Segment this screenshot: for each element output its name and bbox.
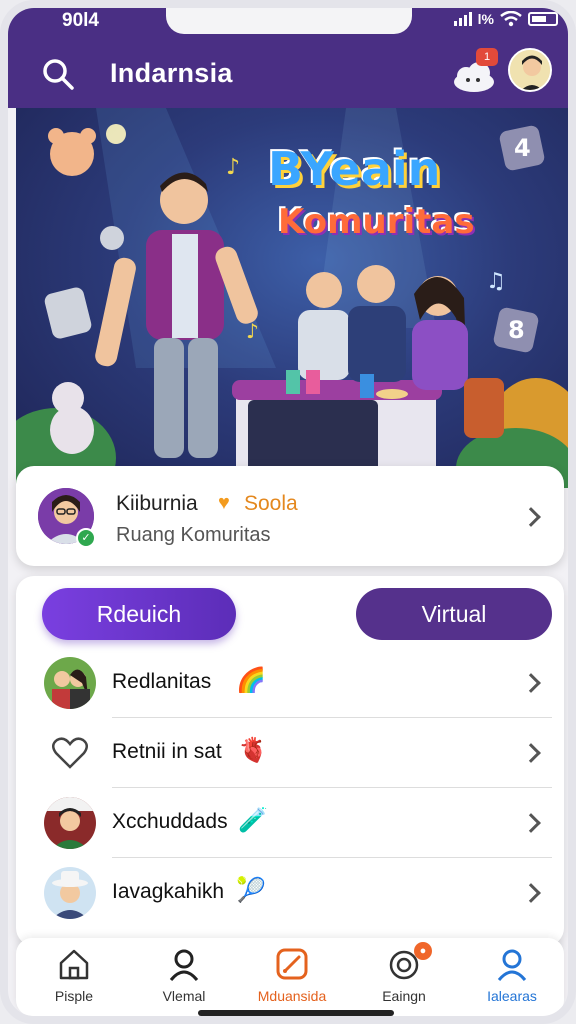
list-item[interactable]: Xcchuddads 🧪 <box>16 788 564 858</box>
dice-tile-top: 4 <box>514 134 531 162</box>
nav-item-mduansida[interactable]: Mduansida <box>242 946 342 1012</box>
user-avatar[interactable] <box>508 48 552 92</box>
status-time: 90l4 <box>62 10 99 31</box>
edit-square-icon <box>276 948 308 980</box>
avatar-couple-illustration <box>44 657 96 709</box>
avatar-man-illustration <box>44 797 96 849</box>
tab-rdeuich[interactable]: Rdeuich <box>42 588 236 640</box>
person-blue-icon <box>497 949 527 981</box>
phone-screen: 90l4 l% Indarnsia 1 ♪ ♫ ♪ BYeain Komurit… <box>0 0 576 1024</box>
rainbow-icon: 🌈 <box>236 667 266 694</box>
nav-item-vlemal[interactable]: Vlemal <box>134 946 234 1012</box>
profile-role: Soola <box>244 492 298 515</box>
chevron-right-icon <box>521 673 541 693</box>
svg-text:♪: ♪ <box>226 155 240 180</box>
profile-card[interactable]: Kiiburnia ♥ Soola Ruang Komuritas <box>16 466 564 566</box>
chevron-right-icon <box>521 507 541 527</box>
bottom-nav: Pisple Vlemal Mduansida ● Eaingn Ialeara… <box>16 938 564 1016</box>
hero-title-line2: Komuritas <box>278 202 475 242</box>
nav-label: Mduansida <box>257 988 327 1004</box>
notification-badge: 1 <box>476 48 498 66</box>
search-icon[interactable] <box>40 56 76 92</box>
chevron-right-icon <box>521 883 541 903</box>
svg-text:♪: ♪ <box>246 319 259 343</box>
nav-label: Pisple <box>54 988 94 1004</box>
battery-percent: l% <box>477 11 494 27</box>
heart-organ-icon: 🫀 <box>238 737 268 764</box>
nav-badge: ● <box>414 942 432 960</box>
list-item-label: Iavagkahikh <box>112 880 225 903</box>
ball-icon: 🎾 <box>236 877 266 904</box>
avatar-hat-illustration <box>44 867 96 919</box>
profile-name: Kiiburnia <box>116 492 198 515</box>
home-icon <box>59 949 89 980</box>
page-title: Indarnsia <box>110 58 233 88</box>
list-item[interactable]: Retnii in sat 🫀 <box>16 718 564 788</box>
avatar-couple-icon <box>44 657 96 709</box>
notch <box>166 8 412 34</box>
status-icons: l% <box>453 11 558 27</box>
community-list-card: Rdeuich Virtual Redlanitas 🌈 Retnii in s… <box>16 576 564 946</box>
person-icon <box>169 949 199 981</box>
nav-label: Vlemal <box>162 988 206 1004</box>
profile-subtitle: Ruang Komuritas <box>116 524 271 546</box>
test-tube-icon: 🧪 <box>238 807 268 834</box>
heart-outline-glyph <box>52 737 88 769</box>
avatar-illustration <box>510 50 550 90</box>
wifi-icon <box>500 11 522 27</box>
nav-item-eaingn[interactable]: ● Eaingn <box>354 942 454 1012</box>
svg-text:♫: ♫ <box>486 269 506 294</box>
verified-check-icon: ✓ <box>76 528 96 548</box>
battery-icon <box>528 12 558 26</box>
app-header: 90l4 l% Indarnsia 1 <box>8 8 568 108</box>
chevron-right-icon <box>521 743 541 763</box>
list-item[interactable]: Redlanitas 🌈 <box>16 648 564 718</box>
nav-label: Eaingn <box>382 988 426 1004</box>
avatar-man-icon <box>44 797 96 849</box>
list-item-label: Redlanitas <box>112 670 212 693</box>
nav-label: Ialearas <box>487 988 537 1004</box>
hero-title-line1: BYeain <box>268 142 441 196</box>
signal-icon <box>453 12 472 26</box>
list-item[interactable]: Iavagkahikh 🎾 <box>16 858 564 928</box>
hero-banner[interactable]: ♪ ♫ ♪ BYeain Komuritas 4 8 <box>16 108 568 488</box>
chevron-right-icon <box>521 813 541 833</box>
heart-outline-icon <box>44 727 96 779</box>
dice-tile-bottom: 8 <box>508 316 525 344</box>
list-item-label: Xcchuddads <box>112 810 228 833</box>
list-item-label: Retnii in sat <box>112 740 222 763</box>
nav-item-ialearas[interactable]: Ialearas <box>462 946 562 1012</box>
home-indicator <box>198 1010 394 1016</box>
avatar-hat-icon <box>44 867 96 919</box>
nav-item-pisple[interactable]: Pisple <box>24 946 124 1012</box>
tab-virtual[interactable]: Virtual <box>356 588 552 640</box>
heart-badge-icon: ♥ <box>218 492 230 514</box>
